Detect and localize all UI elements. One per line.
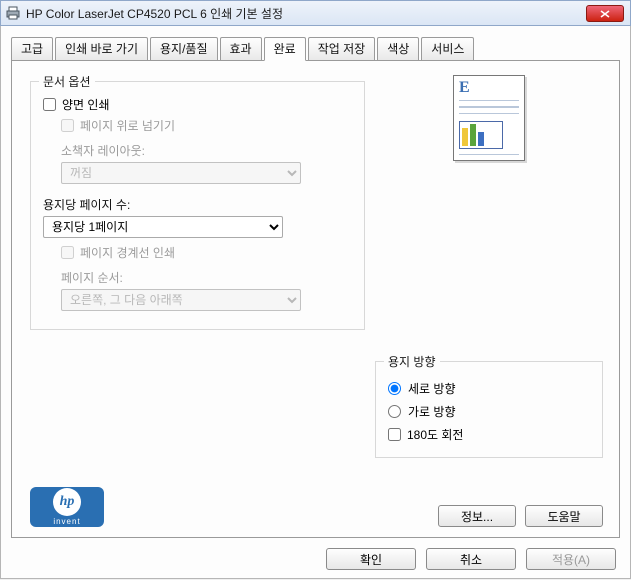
flip-up-input <box>61 119 74 132</box>
window-title: HP Color LaserJet CP4520 PCL 6 인쇄 기본 설정 <box>26 5 283 22</box>
duplex-checkbox[interactable]: 양면 인쇄 <box>43 96 354 113</box>
preview-e-icon: E <box>459 81 519 95</box>
tab-paper-quality[interactable]: 용지/품질 <box>150 37 218 61</box>
info-button[interactable]: 정보... <box>438 505 516 527</box>
page-preview: E <box>453 75 525 161</box>
close-button[interactable] <box>586 5 624 22</box>
tab-effects[interactable]: 효과 <box>220 37 262 61</box>
pages-per-sheet-select[interactable]: 용지당 1페이지 <box>43 216 283 238</box>
booklet-select: 꺼짐 <box>61 162 301 184</box>
tab-finishing[interactable]: 완료 <box>264 37 306 61</box>
pages-per-sheet-label: 용지당 페이지 수: <box>43 196 354 213</box>
booklet-label: 소책자 레이아웃: <box>61 142 354 159</box>
cancel-button[interactable]: 취소 <box>426 548 516 570</box>
hp-logo: hp invent <box>30 487 104 527</box>
apply-button: 적용(A) <box>526 548 616 570</box>
orientation-landscape[interactable]: 가로 방향 <box>388 403 590 420</box>
group-orientation: 용지 방향 세로 방향 가로 방향 180도 회전 <box>375 361 603 458</box>
flip-up-checkbox: 페이지 위로 넘기기 <box>61 117 354 134</box>
tab-service[interactable]: 서비스 <box>421 37 474 61</box>
duplex-input[interactable] <box>43 98 56 111</box>
page-borders-input <box>61 246 74 259</box>
hp-logo-sub: invent <box>53 517 80 526</box>
tab-panel-finishing: 문서 옵션 양면 인쇄 페이지 위로 넘기기 소책자 레이아웃: <box>11 60 620 538</box>
orientation-landscape-label: 가로 방향 <box>408 403 456 420</box>
page-order-select: 오른쪽, 그 다음 아래쪽 <box>61 289 301 311</box>
titlebar: HP Color LaserJet CP4520 PCL 6 인쇄 기본 설정 <box>0 0 631 26</box>
legend-orientation: 용지 방향 <box>384 353 440 370</box>
ok-button[interactable]: 확인 <box>326 548 416 570</box>
orientation-portrait-input[interactable] <box>388 382 401 395</box>
page-order-label: 페이지 순서: <box>61 269 354 286</box>
duplex-label: 양면 인쇄 <box>62 96 110 113</box>
orientation-landscape-input[interactable] <box>388 405 401 418</box>
hp-logo-icon: hp <box>53 488 81 516</box>
printer-icon <box>5 5 21 21</box>
page-borders-label: 페이지 경계선 인쇄 <box>80 244 175 261</box>
legend-document-options: 문서 옵션 <box>39 73 95 90</box>
tab-shortcut[interactable]: 인쇄 바로 가기 <box>55 37 148 61</box>
tab-color[interactable]: 색상 <box>377 37 419 61</box>
flip-up-label: 페이지 위로 넘기기 <box>80 117 175 134</box>
tabstrip: 고급 인쇄 바로 가기 용지/품질 효과 완료 작업 저장 색상 서비스 <box>11 37 620 61</box>
tab-job-storage[interactable]: 작업 저장 <box>308 37 376 61</box>
group-document-options: 문서 옵션 양면 인쇄 페이지 위로 넘기기 소책자 레이아웃: <box>30 81 365 330</box>
orientation-portrait[interactable]: 세로 방향 <box>388 380 590 397</box>
rotate-180-label: 180도 회전 <box>407 426 463 443</box>
preview-chart-icon <box>459 121 503 149</box>
rotate-180-input[interactable] <box>388 428 401 441</box>
tab-advanced[interactable]: 고급 <box>11 37 53 61</box>
rotate-180-checkbox[interactable]: 180도 회전 <box>388 426 590 443</box>
orientation-portrait-label: 세로 방향 <box>408 380 456 397</box>
help-button[interactable]: 도움말 <box>525 505 603 527</box>
page-borders-checkbox: 페이지 경계선 인쇄 <box>61 244 354 261</box>
